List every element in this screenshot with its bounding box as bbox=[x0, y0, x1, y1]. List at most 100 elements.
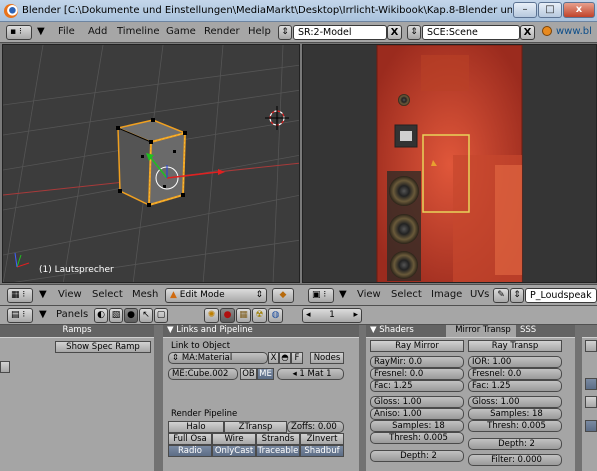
draw-type-menu[interactable]: ◆ bbox=[272, 288, 294, 303]
screen-name-field[interactable]: SR:2-Model bbox=[293, 25, 387, 40]
buttons-collapse-arrow-icon[interactable]: ▼ bbox=[39, 309, 47, 320]
frame-increment-icon: ▸ bbox=[353, 310, 358, 320]
ztransp-button[interactable]: ZTransp bbox=[224, 421, 287, 433]
lamp-buttons-icon[interactable]: ✺ bbox=[204, 308, 219, 323]
shadbuf-button[interactable]: Shadbuf bbox=[300, 445, 344, 457]
menu-render[interactable]: Render bbox=[204, 26, 240, 37]
material-fake-user-icon[interactable]: ◓ bbox=[279, 352, 291, 364]
scene-browse-button[interactable]: ⇕ bbox=[407, 25, 421, 40]
mesh-name-field[interactable]: ME:Cube.002 bbox=[168, 368, 238, 380]
material-unlink-button[interactable]: X bbox=[268, 352, 279, 364]
3d-menu-select[interactable]: Select bbox=[92, 289, 123, 300]
image-name-field[interactable]: P_Loudspeak bbox=[525, 288, 597, 303]
mirror-fresnel-slider[interactable]: Fresnel: 0.0 bbox=[370, 368, 464, 380]
logic-context-icon[interactable]: ◐ bbox=[94, 308, 108, 323]
transp-thresh-field[interactable]: Thresh: 0.005 bbox=[468, 420, 562, 432]
material-index-field[interactable]: ◂ 1 Mat 1 bbox=[277, 368, 344, 380]
material-name-field[interactable]: ⇕ MA:Material bbox=[168, 352, 268, 364]
script-context-icon[interactable]: ▧ bbox=[109, 308, 123, 323]
3d-editor-type-menu[interactable]: ▦ ⁝ bbox=[7, 288, 33, 303]
scene-delete-button[interactable]: X bbox=[520, 25, 535, 40]
links-pipeline-tab[interactable]: ▼ Links and Pipeline bbox=[163, 325, 359, 337]
mirror-fac-slider[interactable]: Fac: 1.25 bbox=[370, 380, 464, 392]
uv-image-editor[interactable] bbox=[302, 44, 597, 283]
partial-right-button-3[interactable] bbox=[585, 396, 597, 408]
editing-context-icon[interactable]: ▢ bbox=[154, 308, 168, 323]
full-osa-button[interactable]: Full Osa bbox=[168, 433, 212, 445]
3d-viewport[interactable]: (1) Lautsprecher bbox=[2, 44, 300, 283]
3d-menu-mesh[interactable]: Mesh bbox=[132, 289, 158, 300]
ramps-tab[interactable]: Ramps bbox=[0, 325, 154, 337]
mirror-gloss-slider[interactable]: Gloss: 1.00 bbox=[370, 396, 464, 408]
texture-buttons-icon[interactable]: ▦ bbox=[236, 308, 251, 323]
transp-depth-field[interactable]: Depth: 2 bbox=[468, 438, 562, 450]
transp-samples-field[interactable]: Samples: 18 bbox=[468, 408, 562, 420]
menu-file[interactable]: File bbox=[58, 26, 75, 37]
scene-name-field[interactable]: SCE:Scene bbox=[422, 25, 520, 40]
halo-button[interactable]: Halo bbox=[168, 421, 224, 433]
partial-right-button-4[interactable] bbox=[585, 420, 597, 432]
screen-browse-button[interactable]: ⇕ bbox=[278, 25, 292, 40]
collapse-arrow-icon[interactable]: ▼ bbox=[37, 26, 45, 37]
shading-context-icon[interactable]: ● bbox=[124, 308, 138, 323]
radiosity-buttons-icon[interactable]: ☢ bbox=[252, 308, 267, 323]
editor-type-menu[interactable]: ▪ ⁝ bbox=[6, 25, 32, 40]
image-menu-image[interactable]: Image bbox=[431, 289, 462, 300]
panels-menu[interactable]: Panels bbox=[56, 309, 88, 320]
menu-help[interactable]: Help bbox=[248, 26, 271, 37]
nodes-button[interactable]: Nodes bbox=[310, 352, 344, 364]
sss-tab[interactable]: SSS bbox=[516, 325, 575, 337]
zoffs-field[interactable]: Zoffs: 0.00 bbox=[287, 421, 344, 433]
frame-number-field[interactable]: ◂ 1 ▸ bbox=[302, 308, 362, 323]
menu-add[interactable]: Add bbox=[88, 26, 107, 37]
raymir-slider[interactable]: RayMir: 0.0 bbox=[370, 356, 464, 368]
transp-fac-slider[interactable]: Fac: 1.25 bbox=[468, 380, 562, 392]
ramp-partial-button[interactable] bbox=[0, 361, 10, 373]
mode-selector[interactable]: ▲ Edit Mode ⇕ bbox=[165, 288, 267, 303]
image-menu-uvs[interactable]: UVs bbox=[470, 289, 489, 300]
3d-collapse-arrow-icon[interactable]: ▼ bbox=[39, 289, 47, 300]
partial-right-button-1[interactable] bbox=[585, 340, 597, 352]
ior-slider[interactable]: IOR: 1.00 bbox=[468, 356, 562, 368]
ray-transp-button[interactable]: Ray Transp bbox=[468, 340, 562, 352]
material-buttons-icon[interactable]: ● bbox=[220, 308, 235, 323]
radio-button[interactable]: Radio bbox=[168, 445, 212, 457]
pin-image-button[interactable]: ✎ bbox=[493, 288, 509, 303]
image-editor-type-menu[interactable]: ▣ ⁝ bbox=[308, 288, 334, 303]
mirror-thresh-field[interactable]: Thresh: 0.005 bbox=[370, 432, 464, 444]
blender-url-link[interactable]: www.bl bbox=[556, 26, 592, 37]
transp-gloss-slider[interactable]: Gloss: 1.00 bbox=[468, 396, 562, 408]
mirror-samples-field[interactable]: Samples: 18 bbox=[370, 420, 464, 432]
object-context-icon[interactable]: ↖ bbox=[139, 308, 153, 323]
image-menu-select[interactable]: Select bbox=[391, 289, 422, 300]
link-me-button[interactable]: ME bbox=[257, 368, 274, 380]
3d-menu-view[interactable]: View bbox=[58, 289, 82, 300]
menu-game[interactable]: Game bbox=[166, 26, 196, 37]
image-browse-button[interactable]: ⇕ bbox=[510, 288, 524, 303]
link-ob-button[interactable]: OB bbox=[240, 368, 257, 380]
buttons-editor-type-menu[interactable]: ▤ ⁝ bbox=[7, 308, 33, 323]
transp-fresnel-slider[interactable]: Fresnel: 0.0 bbox=[468, 368, 562, 380]
aniso-slider[interactable]: Aniso: 1.00 bbox=[370, 408, 464, 420]
shaders-tab[interactable]: ▼ Shaders bbox=[366, 325, 446, 337]
menu-timeline[interactable]: Timeline bbox=[117, 26, 160, 37]
maximize-button[interactable]: □ bbox=[538, 2, 562, 18]
traceable-button[interactable]: Traceable bbox=[256, 445, 300, 457]
image-menu-view[interactable]: View bbox=[357, 289, 381, 300]
ray-mirror-button[interactable]: Ray Mirror bbox=[370, 340, 464, 352]
partial-right-button-2[interactable] bbox=[585, 378, 597, 390]
zinvert-button[interactable]: ZInvert bbox=[300, 433, 344, 445]
close-button[interactable]: x bbox=[563, 2, 595, 18]
image-collapse-arrow-icon[interactable]: ▼ bbox=[339, 289, 347, 300]
transp-filter-field[interactable]: Filter: 0.000 bbox=[468, 454, 562, 466]
wire-button[interactable]: Wire bbox=[212, 433, 256, 445]
world-buttons-icon[interactable]: ◍ bbox=[268, 308, 283, 323]
onlycast-button[interactable]: OnlyCast bbox=[212, 445, 256, 457]
mirror-transp-tab[interactable]: Mirror Transp bbox=[446, 325, 516, 337]
screen-delete-button[interactable]: X bbox=[387, 25, 402, 40]
mirror-depth-field[interactable]: Depth: 2 bbox=[370, 450, 464, 462]
material-f-button[interactable]: F bbox=[291, 352, 303, 364]
show-spec-ramp-button[interactable]: Show Spec Ramp bbox=[55, 341, 151, 353]
minimize-button[interactable]: – bbox=[513, 2, 537, 18]
strands-button[interactable]: Strands bbox=[256, 433, 300, 445]
